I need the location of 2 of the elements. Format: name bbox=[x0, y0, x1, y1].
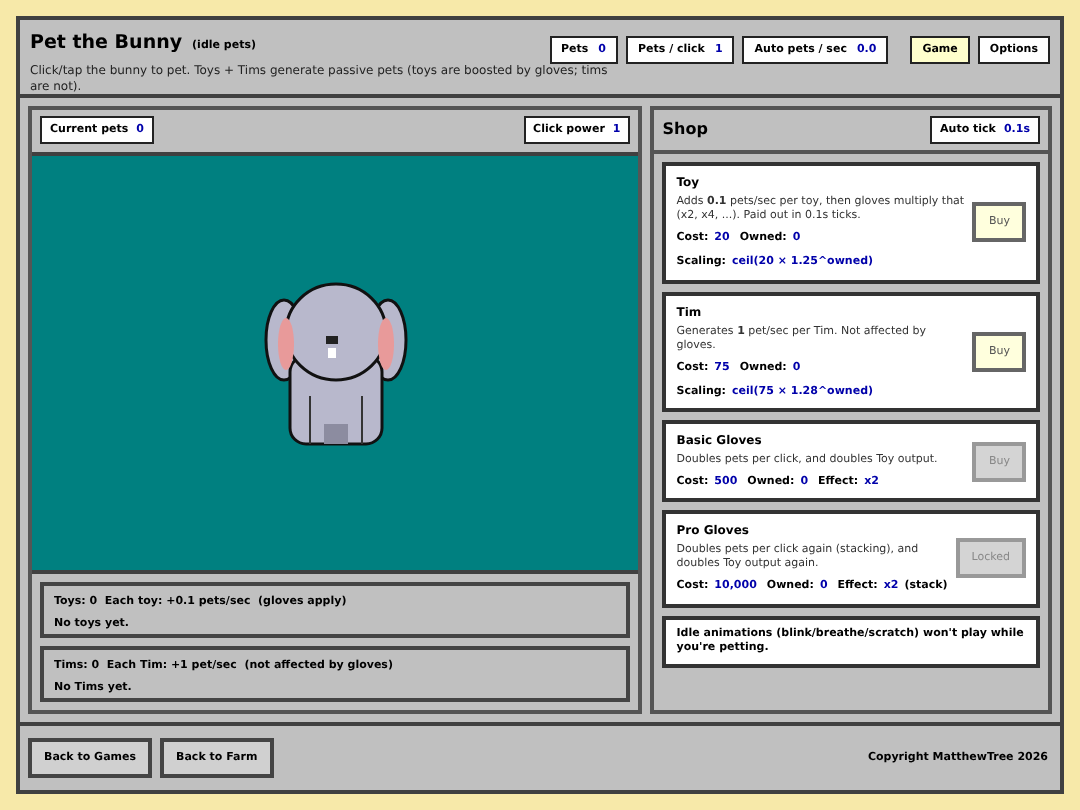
app-title: Pet the Bunny bbox=[30, 30, 183, 58]
shop-title: Shop bbox=[662, 118, 708, 142]
